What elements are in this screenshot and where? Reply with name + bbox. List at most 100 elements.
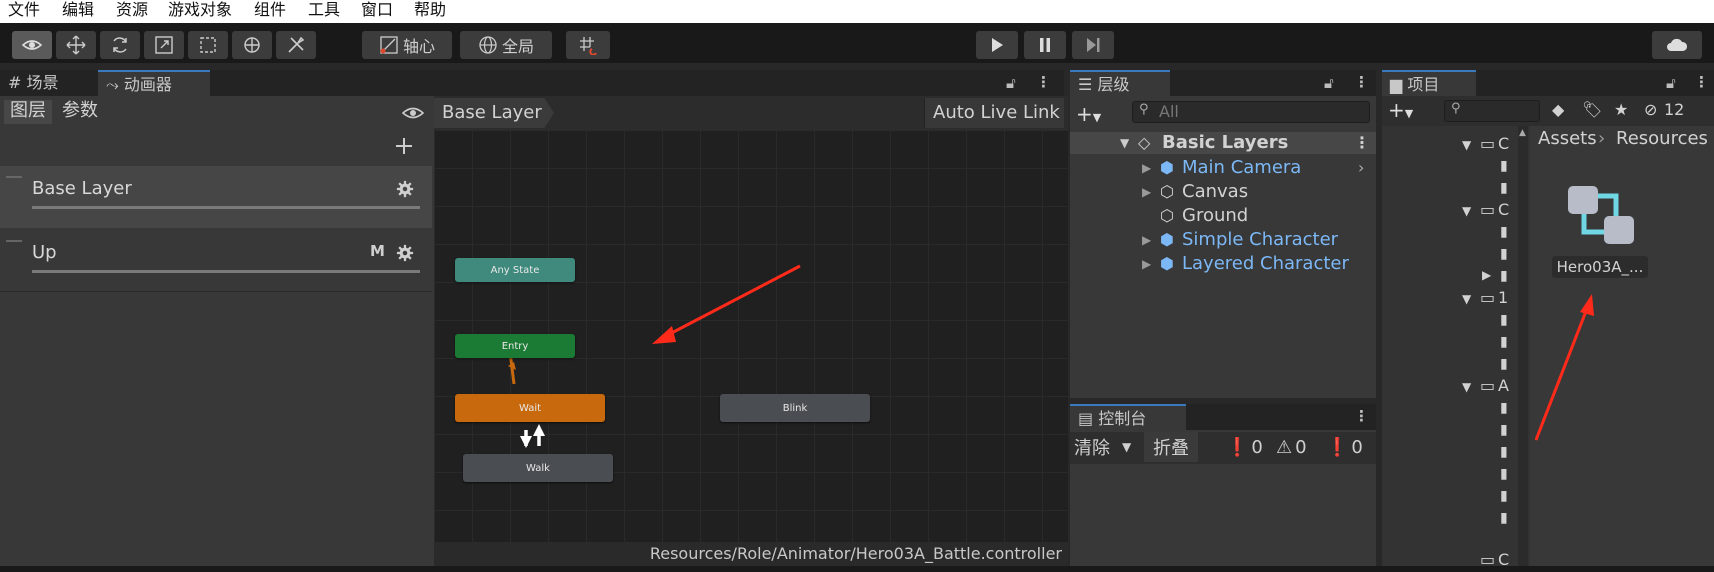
pivot-toggle[interactable]: 轴心 <box>362 31 452 59</box>
clear-options-dropdown[interactable]: ▼ <box>1122 432 1131 462</box>
scene-row[interactable]: ▼ ◇ Basic Layers ⋮ <box>1070 132 1376 154</box>
warning-filter-button[interactable]: ⚠ 0 <box>1276 432 1307 462</box>
file-icon[interactable]: ▮ <box>1500 312 1508 328</box>
expand-arrow-icon[interactable]: ▼ <box>1462 380 1471 394</box>
breadcrumb[interactable]: Base Layer <box>434 98 554 128</box>
play-button[interactable] <box>976 31 1018 59</box>
tag-icon[interactable]: 🏷︎ <box>1582 100 1602 119</box>
lock-icon[interactable]: 🔓︎ <box>1006 74 1016 92</box>
tab-console[interactable]: ▤ 控制台 <box>1070 404 1186 430</box>
drag-handle[interactable] <box>6 240 22 242</box>
tab-layers[interactable]: 图层 <box>4 100 52 124</box>
error-filter-button[interactable]: ❗ 0 <box>1326 432 1363 462</box>
create-button[interactable]: +▼ <box>1076 102 1101 126</box>
hierarchy-item[interactable]: ▶ ⬢ Main Camera › <box>1070 156 1370 180</box>
search-input[interactable]: ⚲ <box>1444 100 1540 122</box>
more-options-icon[interactable]: ⋮ <box>1694 73 1709 91</box>
node-entry[interactable]: Entry <box>455 334 575 358</box>
file-icon[interactable]: ▮ <box>1500 246 1508 262</box>
folder-icon[interactable]: ▭ <box>1480 134 1495 153</box>
menu-file[interactable]: 文件 <box>8 0 40 20</box>
folder-icon[interactable]: ▭ <box>1480 200 1495 219</box>
clear-button[interactable]: 清除 <box>1074 432 1110 462</box>
expand-arrow-icon[interactable]: ▶ <box>1142 156 1151 180</box>
layer-weight-slider[interactable] <box>32 270 420 273</box>
node-any-state[interactable]: Any State <box>455 258 575 282</box>
lock-icon[interactable]: 🔓︎ <box>1324 74 1334 92</box>
menu-window[interactable]: 窗口 <box>361 0 393 20</box>
auto-live-link-button[interactable]: Auto Live Link <box>924 98 1064 128</box>
expand-arrow-icon[interactable]: ▶ <box>1142 228 1151 252</box>
step-button[interactable] <box>1072 31 1114 59</box>
rect-tool-button[interactable] <box>188 31 228 59</box>
lock-icon[interactable]: 🔓︎ <box>1666 74 1676 92</box>
tab-scene[interactable]: # 场景 <box>0 70 96 96</box>
layer-row[interactable]: Up M <box>0 230 432 292</box>
expand-arrow-icon[interactable]: ▶ <box>1142 180 1151 204</box>
hierarchy-item[interactable]: ▶ ⬢ Layered Character <box>1070 252 1370 276</box>
cloud-button[interactable] <box>1652 31 1702 59</box>
global-toggle[interactable]: 全局 <box>460 31 552 59</box>
file-icon[interactable]: ▮ <box>1500 224 1508 240</box>
more-options-icon[interactable]: ⋮ <box>1354 407 1369 425</box>
layer-weight-slider[interactable] <box>32 206 420 209</box>
folder-icon[interactable]: ▭ <box>1480 288 1495 307</box>
expand-arrow-icon[interactable]: ▶ <box>1142 252 1151 276</box>
hierarchy-item[interactable]: ▶ ⬡ Canvas <box>1070 180 1370 204</box>
add-layer-icon[interactable] <box>394 136 414 156</box>
expand-arrow-icon[interactable]: ▼ <box>1462 292 1471 306</box>
file-icon[interactable]: ▮ <box>1500 158 1508 174</box>
file-icon[interactable]: ▮ <box>1500 180 1508 196</box>
menu-gameobject[interactable]: 游戏对象 <box>168 0 232 20</box>
move-tool-button[interactable] <box>56 31 96 59</box>
hierarchy-item[interactable]: ⬡ Ground <box>1070 204 1370 228</box>
transform-tool-button[interactable] <box>232 31 272 59</box>
search-input[interactable]: ⚲ All <box>1132 101 1370 123</box>
file-icon[interactable]: ▮ <box>1500 466 1508 482</box>
node-blink[interactable]: Blink <box>720 394 870 422</box>
star-icon[interactable]: ★ <box>1614 100 1628 119</box>
tab-parameters[interactable]: 参数 <box>60 100 110 124</box>
pause-button[interactable] <box>1024 31 1066 59</box>
expand-arrow-icon[interactable]: ▼ <box>1120 132 1129 154</box>
more-options-icon[interactable]: ⋮ <box>1354 132 1370 154</box>
scrollbar[interactable]: ▲ <box>1518 126 1528 566</box>
drag-handle[interactable] <box>6 176 22 178</box>
breadcrumb-resources[interactable]: Resources <box>1616 126 1708 152</box>
grid-snap-button[interactable] <box>566 31 610 59</box>
layer-row[interactable]: Base Layer <box>0 166 432 228</box>
file-icon[interactable]: ▮ <box>1500 444 1508 460</box>
animator-graph[interactable]: Any State Entry Wait Blink Walk <box>434 130 1068 542</box>
menu-assets[interactable]: 资源 <box>116 0 148 20</box>
asset-name[interactable]: Hero03A_... <box>1552 256 1648 278</box>
file-icon[interactable]: ▮ <box>1500 268 1508 284</box>
tab-animator[interactable]: ⤳ 动画器 <box>98 70 210 96</box>
menu-tools[interactable]: 工具 <box>308 0 340 20</box>
rotate-tool-button[interactable] <box>100 31 140 59</box>
menu-component[interactable]: 组件 <box>254 0 286 20</box>
file-icon[interactable]: ▮ <box>1500 356 1508 372</box>
collapse-button[interactable]: 折叠 <box>1144 432 1198 462</box>
tab-hierarchy[interactable]: ☰ 层级 <box>1070 70 1170 96</box>
file-icon[interactable]: ▮ <box>1500 510 1508 526</box>
animator-controller-icon[interactable] <box>1564 182 1636 248</box>
node-walk[interactable]: Walk <box>463 454 613 482</box>
node-wait[interactable]: Wait <box>455 394 605 422</box>
expand-arrow-icon[interactable]: ▼ <box>1462 138 1471 152</box>
view-tool-button[interactable] <box>12 31 52 59</box>
gear-icon[interactable] <box>396 244 414 262</box>
custom-tool-button[interactable] <box>276 31 316 59</box>
file-icon[interactable]: ▮ <box>1500 422 1508 438</box>
create-button[interactable]: +▼ <box>1388 98 1413 122</box>
menu-edit[interactable]: 编辑 <box>62 0 94 20</box>
file-icon[interactable]: ▮ <box>1500 488 1508 504</box>
chevron-right-icon[interactable]: › <box>1358 156 1364 180</box>
file-icon[interactable]: ▮ <box>1500 400 1508 416</box>
scale-tool-button[interactable] <box>144 31 184 59</box>
tab-project[interactable]: ▆ 项目 <box>1382 70 1476 96</box>
filter-by-type-icon[interactable]: ◆ <box>1552 100 1564 119</box>
gear-icon[interactable] <box>396 180 414 198</box>
folder-icon[interactable]: ▭ <box>1480 550 1495 569</box>
expand-arrow-icon[interactable]: ▼ <box>1462 204 1471 218</box>
more-options-icon[interactable]: ⋮ <box>1036 73 1051 91</box>
